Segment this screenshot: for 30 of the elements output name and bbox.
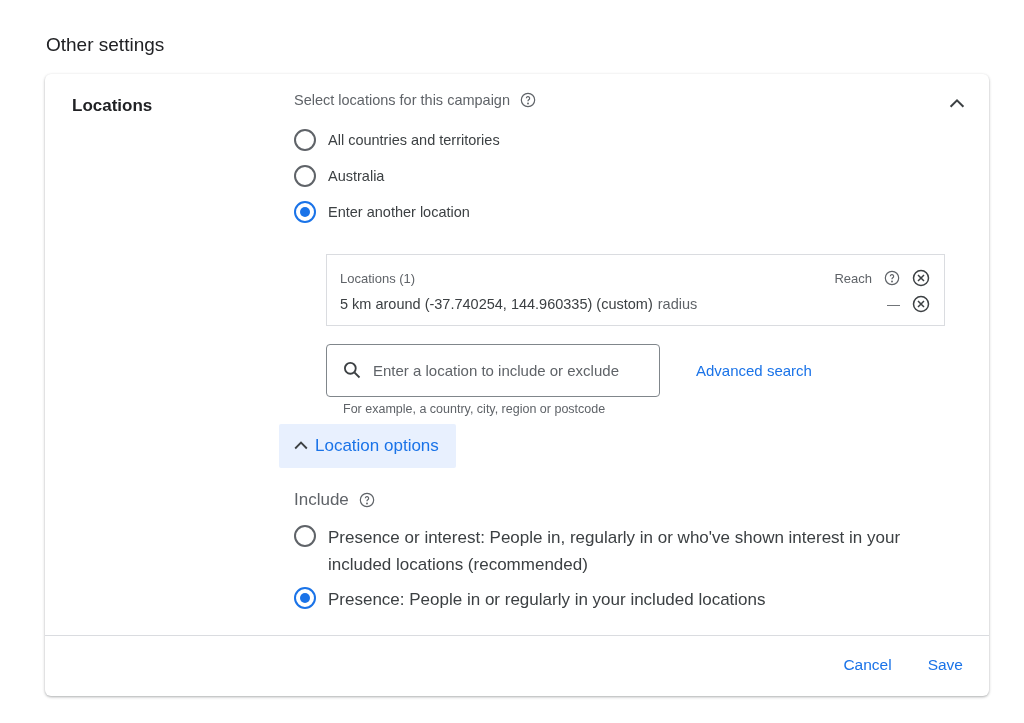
radio-button[interactable] (294, 129, 316, 151)
help-icon[interactable] (358, 492, 375, 508)
radio-button[interactable] (294, 587, 316, 609)
radio-button[interactable] (294, 201, 316, 223)
section-title: Locations (72, 96, 154, 117)
include-label: Include (294, 490, 349, 510)
remove-icon[interactable] (912, 269, 930, 287)
reach-label: Reach (834, 270, 872, 286)
radio-label: Enter another location (328, 203, 470, 222)
help-icon[interactable] (520, 92, 536, 108)
cancel-button[interactable]: Cancel (833, 648, 902, 682)
location-search-field[interactable]: Enter a location to include or exclude (326, 344, 660, 397)
radio-button[interactable] (294, 525, 316, 547)
reach-value: — (887, 296, 900, 312)
help-icon[interactable] (884, 270, 900, 286)
location-options-toggle[interactable]: Location options (279, 424, 456, 468)
radio-label: All countries and territories (328, 131, 500, 150)
radio-label: Australia (328, 167, 385, 186)
advanced-search-link[interactable]: Advanced search (696, 362, 812, 379)
section-prompt: Select locations for this campaign (294, 92, 510, 108)
radio-label: Presence or interest: People in, regularly in or who've shown interest in your included locations (recommended) (328, 527, 902, 576)
search-icon (342, 360, 362, 380)
location-entry: 5 km around (-37.740254, 144.960335) (custom) radius (340, 295, 698, 313)
search-hint: For example, a country, city, region or postcode (343, 402, 607, 416)
save-button[interactable]: Save (917, 648, 973, 682)
panel-heading: Locations (1) (340, 270, 416, 286)
radio-button[interactable] (294, 165, 316, 187)
page-title: Other settings (46, 34, 166, 56)
radio-label: Presence: People in or regularly in your included locations (328, 589, 766, 611)
remove-icon[interactable] (912, 295, 930, 313)
